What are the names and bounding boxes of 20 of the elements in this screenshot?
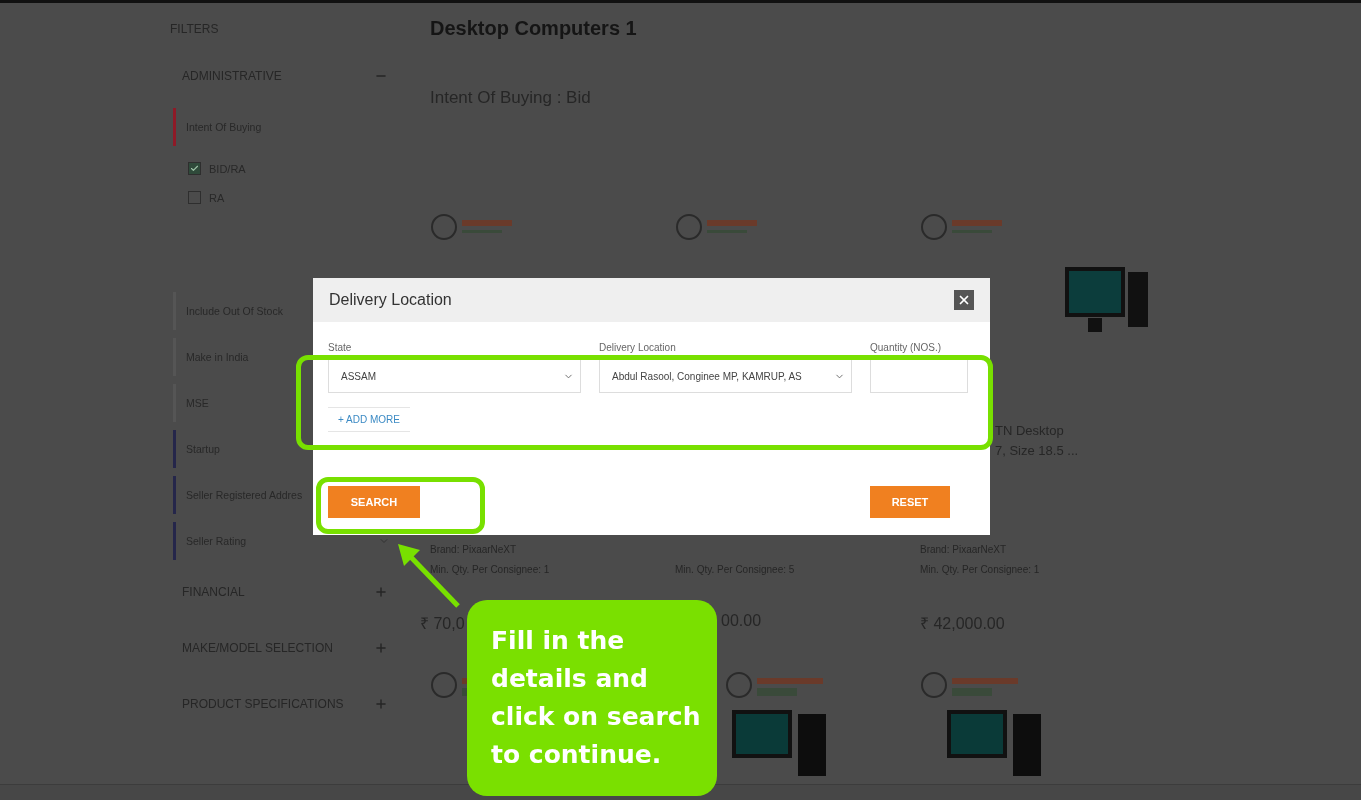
field-label: Quantity (NOS.) (870, 342, 943, 353)
select-field[interactable]: Abdul Rasool, Conginee MP, KAMRUP, AS (599, 359, 852, 393)
field-label: Delivery Location (599, 342, 677, 353)
logo-icon (725, 670, 825, 700)
expand-icon[interactable] (374, 697, 388, 711)
expand-icon[interactable] (374, 641, 388, 655)
input-field[interactable] (870, 359, 968, 393)
field-label: State (328, 342, 353, 353)
checkbox[interactable] (188, 191, 201, 204)
logo-icon (920, 670, 1020, 700)
add-more-link[interactable]: + ADD MORE (328, 407, 410, 432)
close-button[interactable] (954, 290, 974, 310)
checkbox[interactable] (188, 162, 201, 175)
check-icon (190, 164, 199, 173)
select-field[interactable]: ASSAM (328, 359, 581, 393)
expand-icon[interactable] (374, 585, 388, 599)
reset-button[interactable]: RESET (870, 486, 950, 518)
search-button[interactable]: SEARCH (328, 486, 420, 518)
close-icon (957, 293, 971, 307)
instruction-callout: Fill in the details and click on search to continue. (467, 600, 717, 796)
